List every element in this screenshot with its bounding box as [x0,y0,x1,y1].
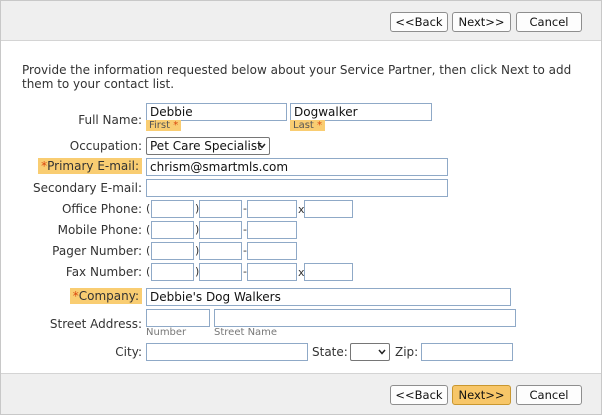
next-button-top[interactable]: Next>> [452,12,511,32]
state-select[interactable] [350,343,390,361]
pager-prefix-input[interactable] [199,242,242,260]
paren-open: ( [146,202,151,215]
fax-area-input[interactable] [151,263,194,281]
office-phone-label: Office Phone: [61,202,142,216]
paren-open: ( [146,244,151,257]
cancel-button-top[interactable]: Cancel [516,12,582,32]
first-name-caption: First * [146,120,182,131]
office-phone-area-input[interactable] [151,200,194,218]
first-name-input[interactable]: Debbie [146,103,287,121]
fax-prefix-input[interactable] [199,263,242,281]
street-number-caption: Number [146,327,187,338]
back-button-top[interactable]: <<Back [390,12,448,32]
occupation-value: Pet Care Specialist [150,139,262,153]
mobile-phone-line-input[interactable] [247,221,297,239]
zip-input[interactable] [421,343,513,361]
secondary-email-input[interactable] [146,179,448,197]
street-name-caption: Street Name [214,327,278,338]
street-number-input[interactable] [146,309,210,327]
last-name-input[interactable]: Dogwalker [290,103,432,121]
city-input[interactable] [146,343,308,361]
chevron-down-icon [378,349,386,355]
cancel-button-bottom[interactable]: Cancel [516,385,582,405]
street-address-label: Street Address: [49,317,142,331]
mobile-phone-prefix-input[interactable] [199,221,242,239]
primary-email-input[interactable]: chrism@smartmls.com [146,158,448,176]
paren-open: ( [146,223,151,236]
office-phone-prefix-input[interactable] [199,200,242,218]
company-label: *Company: [69,288,142,304]
secondary-email-label: Secondary E-mail: [32,181,142,195]
city-label: City: [115,345,142,359]
fax-line-input[interactable] [247,263,297,281]
last-name-caption: Last * [290,120,326,131]
top-button-bar [1,1,601,41]
company-input[interactable]: Debbie's Dog Walkers [146,288,511,306]
mobile-phone-label: Mobile Phone: [57,223,142,237]
fax-ext-input[interactable] [304,263,353,281]
chevron-down-icon [258,143,266,149]
occupation-label: Occupation: [69,139,142,153]
street-name-input[interactable] [214,309,516,327]
zip-label: Zip: [395,345,419,359]
pager-line-input[interactable] [247,242,297,260]
paren-open: ( [146,265,151,278]
office-phone-ext-input[interactable] [304,200,353,218]
next-button-bottom[interactable]: Next>> [452,385,511,405]
pager-number-label: Pager Number: [52,244,142,258]
bottom-button-bar [1,373,601,414]
full-name-label: Full Name: [78,113,142,127]
primary-email-label: *Primary E-mail: [38,158,142,174]
office-phone-line-input[interactable] [247,200,297,218]
intro-text: Provide the information requested below … [22,63,572,91]
back-button-bottom[interactable]: <<Back [390,385,448,405]
mobile-phone-area-input[interactable] [151,221,194,239]
state-label: State: [312,345,348,359]
fax-number-label: Fax Number: [65,265,142,279]
occupation-select[interactable]: Pet Care Specialist [146,137,270,155]
pager-area-input[interactable] [151,242,194,260]
